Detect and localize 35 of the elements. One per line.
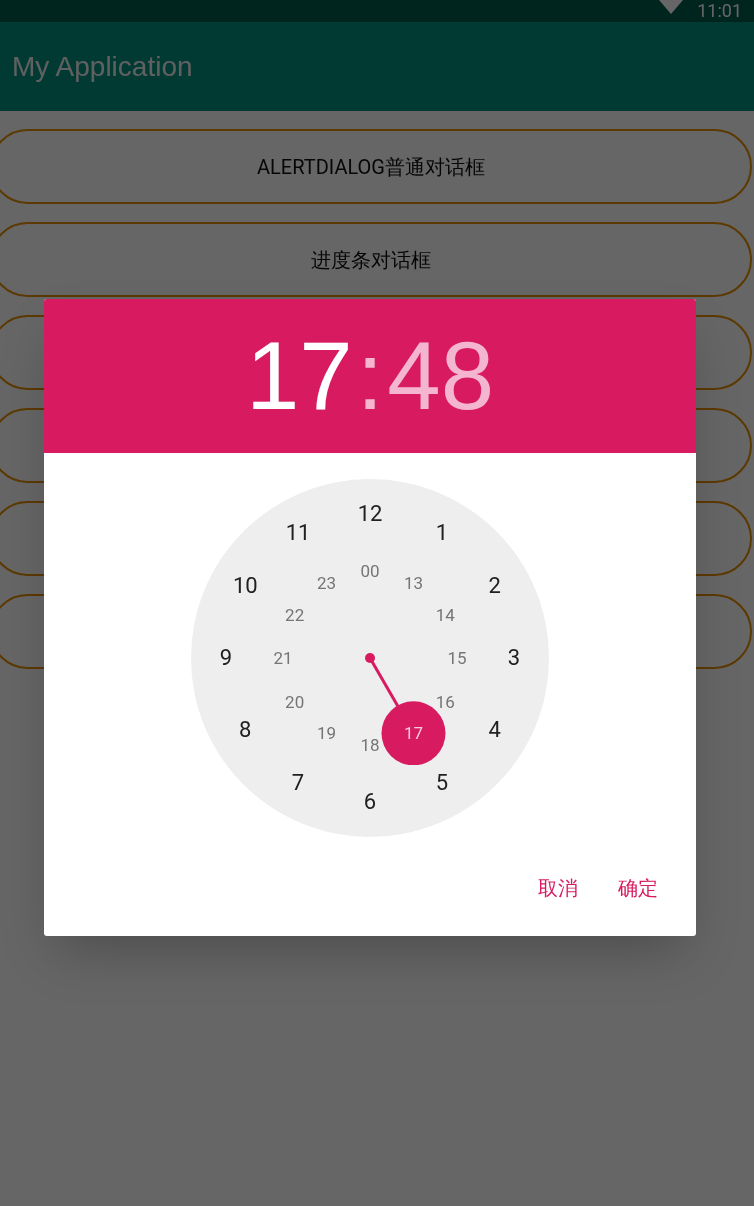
- clock-number[interactable]: 15: [447, 649, 467, 667]
- dialog-action-button[interactable]: 取消: [524, 865, 592, 911]
- minute-display[interactable]: 48: [387, 328, 495, 424]
- clock-number[interactable]: 12: [357, 503, 383, 525]
- clock-number[interactable]: 16: [435, 693, 455, 710]
- clock-number[interactable]: 22: [285, 606, 305, 623]
- clock-number[interactable]: 6: [363, 791, 377, 813]
- clock-number[interactable]: 9: [219, 647, 233, 669]
- clock-number[interactable]: 10: [232, 575, 258, 597]
- clock-number[interactable]: 00: [360, 562, 380, 580]
- clock-number[interactable]: 7: [291, 771, 305, 794]
- clock-number[interactable]: 18: [360, 736, 380, 754]
- clock-number[interactable]: 2: [488, 575, 501, 597]
- clock-number[interactable]: 5: [435, 771, 449, 794]
- clock-number[interactable]: 4: [488, 719, 501, 741]
- pill-button[interactable]: 进度条对话框: [0, 222, 752, 297]
- clock-number[interactable]: 20: [285, 693, 305, 710]
- clock-number[interactable]: 17: [403, 724, 424, 742]
- clock-number[interactable]: 19: [316, 724, 337, 742]
- dialog-action-button[interactable]: 确定: [604, 865, 672, 911]
- pill-button[interactable]: ALERTDIALOG普通对话框: [0, 129, 752, 204]
- time-separator: :: [355, 328, 385, 424]
- clock-number[interactable]: 21: [273, 649, 293, 667]
- clock-face[interactable]: 12 1 2 3 4 5 6 7 8 9 10 11 00 13 14 15 16 17 18 19 20 21 22 23: [191, 479, 549, 837]
- hour-display[interactable]: 17: [245, 328, 353, 424]
- clock-number[interactable]: 13: [403, 574, 424, 592]
- clock-number[interactable]: 3: [507, 647, 521, 669]
- wifi-icon: [659, 0, 684, 14]
- status-time: 11:01: [697, 0, 742, 22]
- clock-number[interactable]: 14: [435, 606, 455, 623]
- clock-number[interactable]: 8: [239, 719, 252, 741]
- clock-number[interactable]: 23: [316, 574, 337, 592]
- app-title: My Application: [12, 49, 193, 84]
- clock-number[interactable]: 1: [435, 522, 449, 545]
- clock-number[interactable]: 11: [285, 522, 311, 545]
